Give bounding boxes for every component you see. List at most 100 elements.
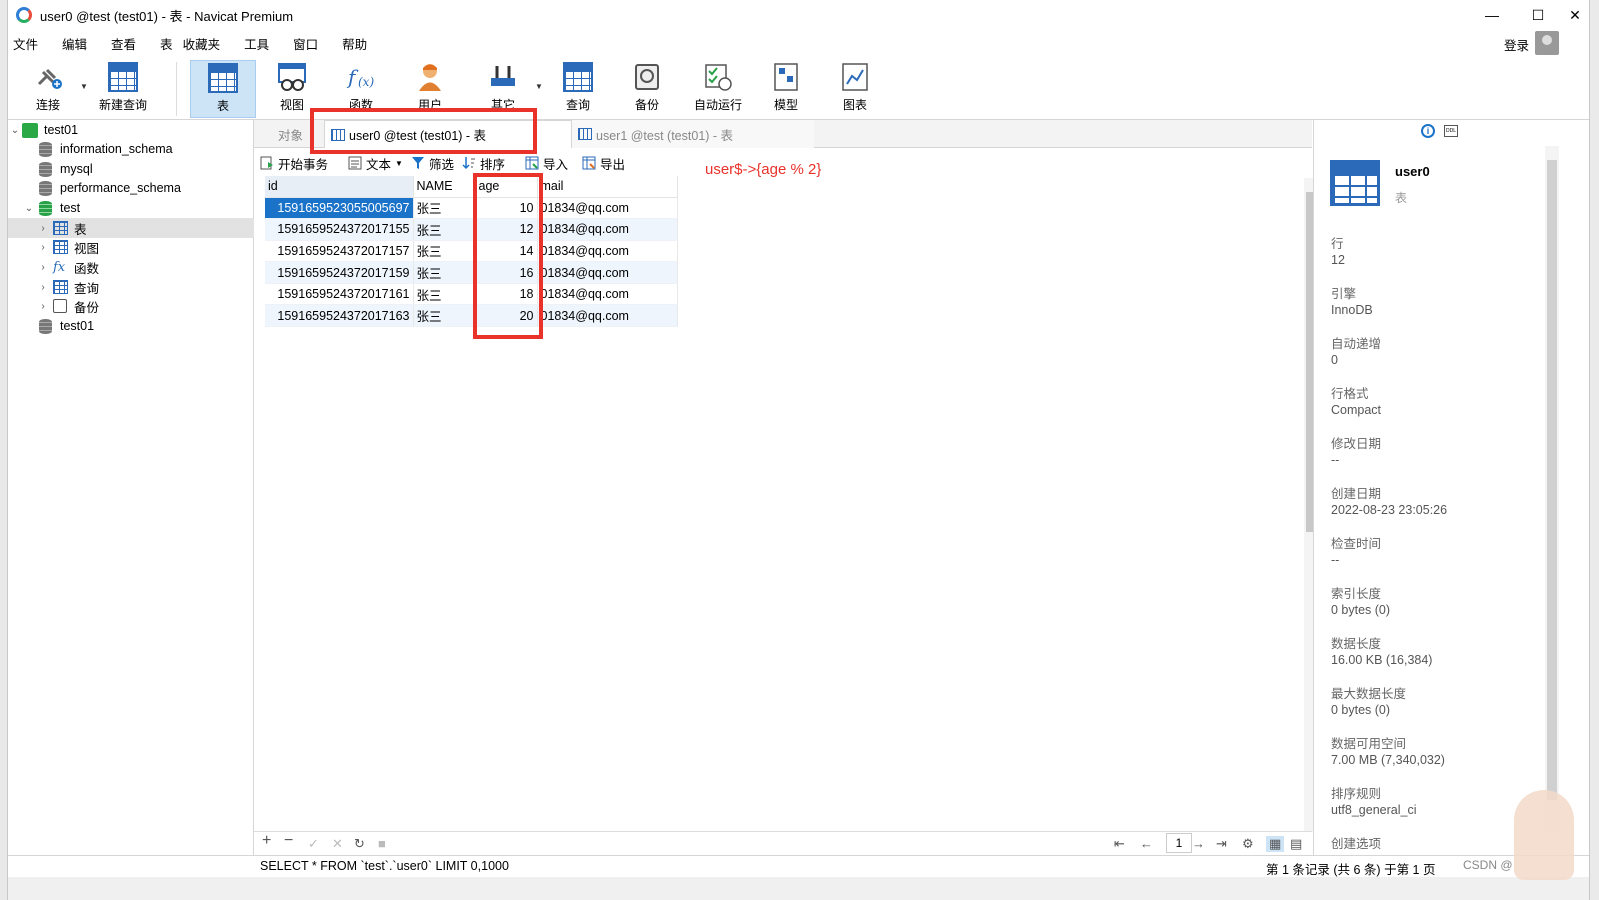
menu-favorites[interactable]: 收藏夹 (177, 34, 233, 53)
cell-mail[interactable]: 01834@qq.com (537, 218, 678, 241)
expand-chevron-icon[interactable]: › (36, 301, 50, 312)
cell-mail[interactable]: 01834@qq.com (537, 283, 678, 306)
prop-key: 自动递增 (1331, 337, 1382, 351)
cell-mail[interactable]: 01834@qq.com (537, 304, 678, 328)
begin-transaction-button[interactable]: 开始事务 (260, 154, 328, 173)
query-button[interactable]: 查询 (545, 60, 611, 118)
text-view-button[interactable]: 文本 ▼ (348, 154, 403, 173)
cell-id[interactable]: 1591659523055005697 (265, 197, 414, 220)
add-record-icon[interactable]: + (262, 832, 271, 850)
new-query-button[interactable]: 新建查询 (90, 60, 156, 118)
menu-view[interactable]: 查看 (99, 34, 148, 53)
backup-button[interactable]: 备份 (614, 60, 680, 118)
cell-name[interactable]: 张三 (413, 218, 476, 241)
next-page-icon[interactable]: → (1192, 836, 1205, 851)
filter-button[interactable]: 筛选 (411, 154, 454, 173)
tree-db-performance-schema[interactable]: performance_schema (8, 178, 254, 198)
menu-file[interactable]: 文件 (8, 34, 50, 53)
cell-name[interactable]: 张三 (413, 283, 476, 306)
first-page-icon[interactable]: ⇤ (1114, 836, 1125, 852)
cell-name[interactable]: 张三 (413, 197, 476, 220)
collapse-chevron-icon[interactable]: ⌄ (22, 203, 36, 214)
tree-item-tables[interactable]: › 表 (8, 218, 254, 238)
export-icon (582, 156, 596, 170)
tree-db-information-schema[interactable]: information_schema (8, 139, 254, 159)
cell-id[interactable]: 1591659524372017155 (265, 218, 414, 241)
automation-button[interactable]: 自动运行 (683, 60, 753, 118)
navicat-window: user0 @test (test01) - 表 - Navicat Premi… (8, 0, 1589, 900)
column-header-id[interactable]: id (265, 176, 414, 198)
expand-chevron-icon[interactable]: › (36, 223, 50, 234)
model-button[interactable]: 模型 (753, 60, 819, 118)
table-row[interactable]: 1591659524372017163 张三 20 01834@qq.com (265, 304, 678, 328)
table-row[interactable]: 1591659524372017157 张三 14 01834@qq.com (265, 240, 678, 263)
chart-button[interactable]: 图表 (822, 60, 888, 118)
tab-user1-table[interactable]: user1 @test (test01) - 表 (572, 120, 814, 148)
refresh-icon[interactable]: ↻ (354, 836, 365, 852)
chart-icon (840, 62, 870, 92)
ddl-icon[interactable]: DDL (1444, 125, 1458, 137)
tree-item-views[interactable]: › 视图 (8, 237, 254, 257)
cell-name[interactable]: 张三 (413, 261, 476, 284)
cell-mail[interactable]: 01834@qq.com (537, 197, 678, 220)
export-button[interactable]: 导出 (582, 154, 625, 173)
table-row[interactable]: 1591659524372017159 张三 16 01834@qq.com (265, 261, 678, 284)
scrollbar-thumb[interactable] (1547, 160, 1557, 800)
other-dropdown-icon[interactable]: ▼ (535, 82, 543, 91)
query-icon (53, 280, 68, 294)
table-row[interactable]: 1591659524372017161 张三 18 01834@qq.com (265, 283, 678, 306)
column-header-mail[interactable]: mail (537, 176, 678, 198)
stop-icon[interactable]: ■ (378, 836, 386, 851)
import-button[interactable]: 导入 (525, 154, 568, 173)
connect-dropdown-icon[interactable]: ▼ (80, 82, 88, 91)
menu-table[interactable]: 表 (148, 34, 177, 53)
maximize-button[interactable]: ☐ (1515, 0, 1561, 30)
cell-id[interactable]: 1591659524372017159 (265, 261, 414, 284)
settings-gear-icon[interactable]: ⚙ (1242, 836, 1254, 852)
dropdown-arrow-icon[interactable]: ▼ (395, 159, 403, 168)
tree-db-test01[interactable]: test01 (8, 316, 254, 336)
sort-button[interactable]: 排序 (462, 154, 505, 173)
column-header-name[interactable]: NAME (413, 176, 476, 198)
minimize-button[interactable]: — (1469, 0, 1515, 30)
tree-db-test[interactable]: ⌄ test (8, 198, 254, 218)
collapse-chevron-icon[interactable]: ⌄ (8, 125, 22, 136)
cell-id[interactable]: 1591659524372017163 (265, 304, 414, 328)
cell-mail[interactable]: 01834@qq.com (537, 261, 678, 284)
menu-window[interactable]: 窗口 (281, 34, 330, 53)
page-number-input[interactable]: 1 (1166, 833, 1192, 853)
tab-objects[interactable]: 对象 (272, 120, 309, 148)
tree-item-functions[interactable]: › fx 函数 (8, 257, 254, 277)
last-page-icon[interactable]: ⇥ (1216, 836, 1227, 852)
tree-item-backups[interactable]: › 备份 (8, 296, 254, 316)
apply-changes-icon[interactable]: ✓ (308, 836, 319, 852)
expand-chevron-icon[interactable]: › (36, 262, 50, 273)
expand-chevron-icon[interactable]: › (36, 282, 50, 293)
grid-view-icon[interactable]: ▦ (1266, 836, 1285, 852)
info-pane-scrollbar[interactable] (1545, 146, 1559, 832)
form-view-icon[interactable]: ▤ (1290, 836, 1302, 852)
cell-id[interactable]: 1591659524372017161 (265, 283, 414, 306)
table-row[interactable]: 1591659524372017155 张三 12 01834@qq.com (265, 218, 678, 241)
delete-record-icon[interactable]: − (284, 832, 293, 850)
user-avatar-icon[interactable] (1535, 31, 1559, 55)
previous-page-icon[interactable]: ← (1140, 836, 1153, 851)
login-link[interactable]: 登录 (1504, 35, 1529, 54)
tree-connection-test01[interactable]: ⌄ test01 (8, 120, 254, 140)
close-button[interactable]: ✕ (1561, 0, 1589, 30)
table-row[interactable]: 1591659523055005697 张三 10 01834@qq.com (265, 197, 678, 220)
info-icon[interactable]: i (1421, 124, 1435, 138)
menu-help[interactable]: 帮助 (330, 34, 379, 53)
menu-edit[interactable]: 编辑 (50, 34, 99, 53)
cell-id[interactable]: 1591659524372017157 (265, 240, 414, 263)
menu-tools[interactable]: 工具 (232, 34, 281, 53)
connect-button[interactable]: 连接 (15, 60, 81, 118)
table-button[interactable]: 表 (190, 60, 256, 118)
discard-changes-icon[interactable]: ✕ (332, 836, 343, 852)
cell-name[interactable]: 张三 (413, 240, 476, 263)
cell-name[interactable]: 张三 (413, 304, 476, 328)
cell-mail[interactable]: 01834@qq.com (537, 240, 678, 263)
expand-chevron-icon[interactable]: › (36, 242, 50, 253)
tree-db-mysql[interactable]: mysql (8, 159, 254, 179)
tree-item-queries[interactable]: › 查询 (8, 277, 254, 297)
